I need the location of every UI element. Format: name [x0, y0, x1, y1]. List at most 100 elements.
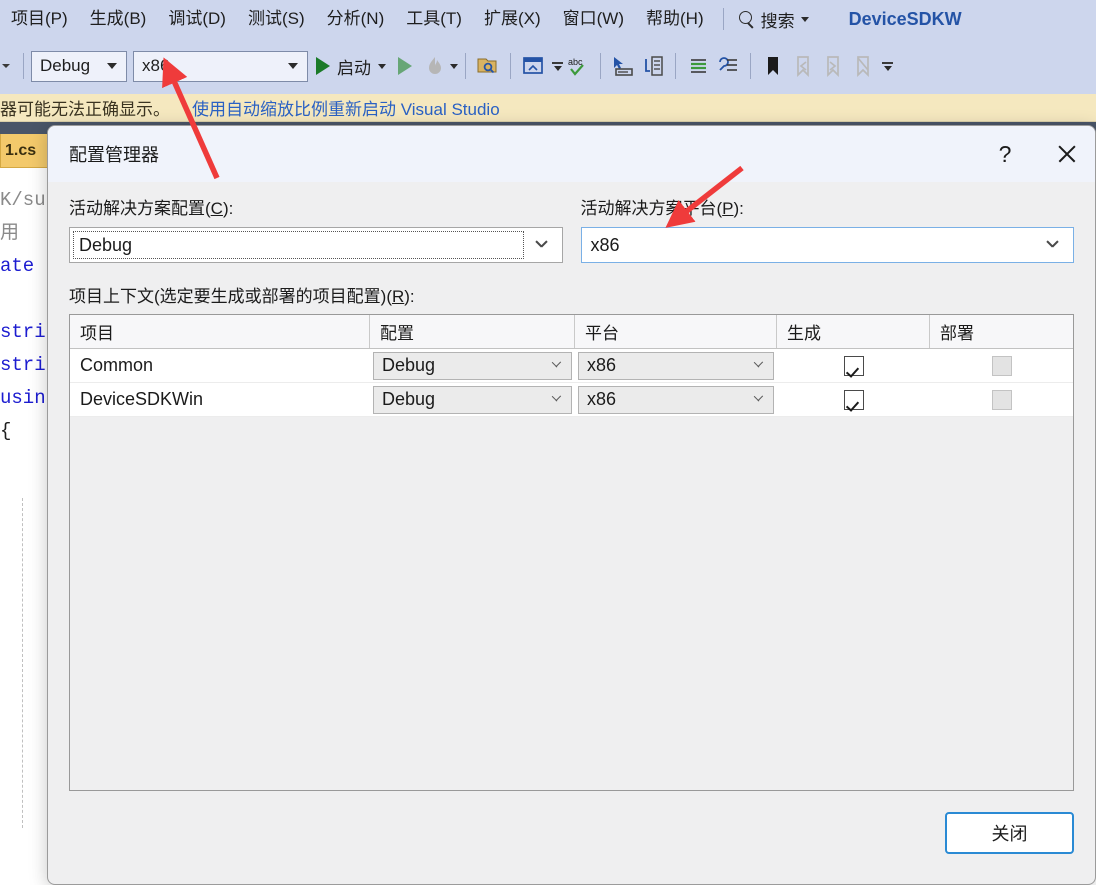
- chevron-down-icon: [551, 360, 562, 371]
- solution-fields-row: 活动解决方案配置(C): Debug 活动解决方案平台(P): x86: [69, 194, 1074, 263]
- active-configuration-label-prefix: 活动解决方案配置(: [69, 199, 211, 218]
- menu-item-test[interactable]: 测试(S): [237, 0, 316, 38]
- prev-bookmark-icon[interactable]: [788, 51, 818, 81]
- column-header-build[interactable]: 生成: [777, 315, 930, 348]
- row-platform-cell[interactable]: x86: [575, 349, 777, 383]
- restart-vs-link[interactable]: 使用自动缩放比例重新启动 Visual Studio: [192, 95, 500, 120]
- menu-item-tools[interactable]: 工具(T): [395, 0, 473, 38]
- active-configuration-value: Debug: [79, 234, 133, 255]
- row-platform-cell[interactable]: x86: [575, 383, 777, 417]
- flame-icon: [429, 57, 441, 74]
- chevron-down-icon[interactable]: [378, 63, 386, 69]
- chevron-down-icon: [753, 360, 764, 371]
- toolbar-divider: [510, 53, 511, 79]
- chevron-down-icon: [1046, 239, 1059, 252]
- active-platform-combo[interactable]: x86: [580, 227, 1074, 263]
- row-deploy-cell: [930, 349, 1073, 383]
- row-platform-combo[interactable]: x86: [578, 351, 774, 380]
- menu-divider: [722, 8, 724, 30]
- search-button[interactable]: 搜索: [732, 7, 815, 32]
- column-header-configuration[interactable]: 配置: [370, 315, 575, 348]
- menu-item-window[interactable]: 窗口(W): [552, 0, 635, 38]
- active-configuration-label-suffix: ):: [222, 199, 234, 218]
- project-contexts-label-prefix: 项目上下文(选定要生成或部署的项目配置)(: [69, 287, 392, 306]
- chevron-down-icon[interactable]: [450, 63, 458, 69]
- select-element-icon[interactable]: [608, 51, 638, 81]
- project-contexts-label-suffix: ):: [404, 287, 415, 306]
- standard-toolbar: Debug x86 启动 abc: [0, 38, 1096, 94]
- toolbar-platform-combo[interactable]: x86: [133, 50, 308, 82]
- row-configuration-cell[interactable]: Debug: [370, 349, 575, 383]
- row-platform-value: x86: [587, 355, 617, 375]
- row-platform-combo[interactable]: x86: [578, 385, 774, 414]
- svg-text:abc: abc: [568, 57, 583, 67]
- project-contexts-label: 项目上下文(选定要生成或部署的项目配置)(R):: [69, 282, 1074, 307]
- toolbar-divider: [23, 53, 24, 79]
- chevron-down-icon: [753, 394, 764, 405]
- active-platform-field: 活动解决方案平台(P): x86: [580, 194, 1074, 263]
- row-configuration-combo[interactable]: Debug: [373, 351, 572, 380]
- project-contexts-label-accel: R: [391, 287, 405, 306]
- menu-item-debug[interactable]: 调试(D): [157, 0, 237, 38]
- chevron-down-icon: [288, 63, 298, 69]
- hot-reload-button[interactable]: [420, 51, 450, 81]
- active-platform-label-prefix: 活动解决方案平台(: [580, 199, 723, 218]
- menu-item-analyze[interactable]: 分析(N): [316, 0, 396, 38]
- column-header-project[interactable]: 项目: [70, 315, 370, 348]
- toolbar-divider: [750, 53, 751, 79]
- table-row[interactable]: DeviceSDKWin Debug x86: [70, 383, 1073, 417]
- dpi-warning-text: 器可能无法正确显示。: [0, 100, 170, 119]
- window-layout-icon[interactable]: [518, 51, 548, 81]
- start-label: 启动: [337, 58, 371, 78]
- chevron-down-icon: [800, 16, 809, 22]
- bookmark-icon[interactable]: [758, 51, 788, 81]
- search-label: 搜索: [760, 11, 795, 31]
- solution-name-label: DeviceSDKW: [848, 8, 962, 29]
- row-configuration-combo[interactable]: Debug: [373, 385, 572, 414]
- close-dialog-button[interactable]: 关闭: [945, 812, 1074, 854]
- active-platform-value: x86: [590, 234, 620, 255]
- toolbar-overflow-caret-icon[interactable]: [2, 64, 10, 68]
- next-bookmark-icon[interactable]: [818, 51, 848, 81]
- uncomment-lines-icon[interactable]: [713, 51, 743, 81]
- start-debug-button[interactable]: 启动: [308, 54, 390, 79]
- table-row[interactable]: Common Debug x86: [70, 349, 1073, 383]
- dialog-title: 配置管理器: [69, 145, 159, 165]
- close-button[interactable]: [1039, 126, 1095, 182]
- column-header-platform[interactable]: 平台: [575, 315, 777, 348]
- toolbar-divider: [600, 53, 601, 79]
- configuration-manager-dialog: 配置管理器 ? 活动解决方案配置(C): Debug 活动解决方案平台(P): …: [47, 125, 1096, 885]
- active-platform-label-suffix: ):: [733, 199, 744, 218]
- grid-header-row: 项目 配置 平台 生成 部署: [70, 315, 1073, 349]
- build-checkbox[interactable]: [843, 389, 864, 410]
- clear-bookmarks-icon[interactable]: [848, 51, 878, 81]
- toolbar-configuration-combo[interactable]: Debug: [31, 50, 127, 82]
- row-build-cell[interactable]: [777, 383, 930, 417]
- active-configuration-combo[interactable]: Debug: [69, 227, 563, 263]
- open-folder-search-icon[interactable]: [473, 51, 503, 81]
- row-project-name: DeviceSDKWin: [80, 389, 204, 409]
- search-icon: [738, 10, 755, 28]
- row-build-cell[interactable]: [777, 349, 930, 383]
- row-deploy-cell: [930, 383, 1073, 417]
- menu-item-extensions[interactable]: 扩展(X): [473, 0, 552, 38]
- spellcheck-abc-icon[interactable]: abc: [563, 51, 593, 81]
- indent-block-icon[interactable]: [638, 51, 668, 81]
- column-header-deploy[interactable]: 部署: [930, 315, 1073, 348]
- comment-lines-icon[interactable]: [683, 51, 713, 81]
- toolbar-configuration-value: Debug: [40, 56, 91, 75]
- menu-item-build[interactable]: 生成(B): [79, 0, 158, 38]
- deploy-checkbox: [991, 389, 1012, 410]
- start-without-debugging-button[interactable]: [390, 51, 420, 81]
- indent-guide: [22, 498, 23, 828]
- build-checkbox[interactable]: [843, 355, 864, 376]
- window-layout-overflow-caret-icon[interactable]: [552, 61, 563, 71]
- toolbar-more-caret-icon[interactable]: [882, 61, 893, 71]
- row-configuration-cell[interactable]: Debug: [370, 383, 575, 417]
- menu-bar: 项目(P) 生成(B) 调试(D) 测试(S) 分析(N) 工具(T) 扩展(X…: [0, 0, 1096, 38]
- project-contexts-grid[interactable]: 项目 配置 平台 生成 部署 Common Debug x86 DeviceSD…: [69, 314, 1074, 791]
- help-button[interactable]: ?: [977, 126, 1033, 182]
- menu-item-project[interactable]: 项目(P): [0, 0, 79, 38]
- menu-item-help[interactable]: 帮助(H): [635, 0, 715, 38]
- row-configuration-value: Debug: [382, 389, 436, 409]
